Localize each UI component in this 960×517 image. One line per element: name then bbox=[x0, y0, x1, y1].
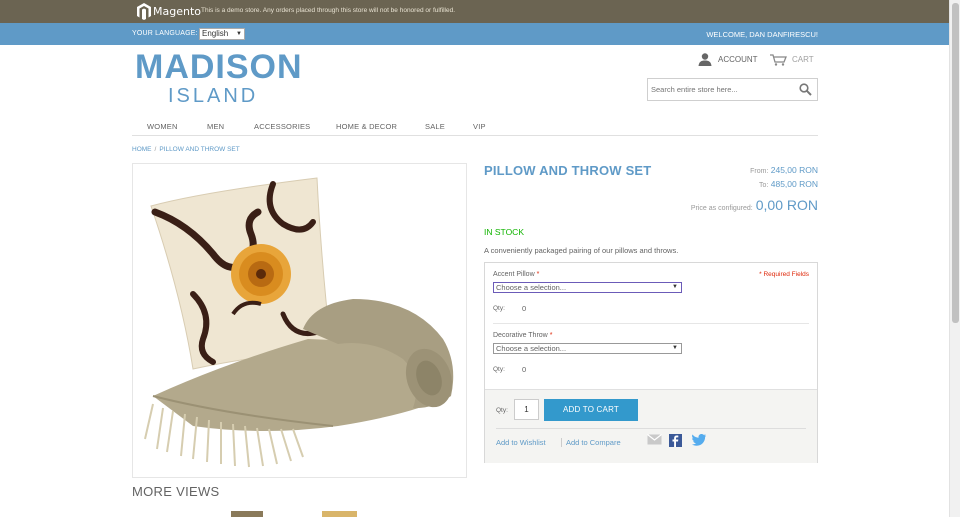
options-divider bbox=[493, 323, 809, 324]
chevron-down-icon: ▼ bbox=[236, 31, 242, 37]
more-views-thumbnail[interactable] bbox=[231, 511, 263, 517]
decorative-throw-select[interactable]: Choose a selection... ▼ bbox=[493, 343, 682, 354]
more-views-thumbnail[interactable] bbox=[322, 511, 357, 517]
more-views-heading: MORE VIEWS bbox=[132, 484, 220, 499]
chevron-down-icon: ▼ bbox=[672, 284, 678, 290]
nav-item-women[interactable]: WOMEN bbox=[147, 122, 178, 131]
page-scrollbar[interactable] bbox=[949, 0, 960, 517]
required-star: * bbox=[549, 332, 553, 339]
price-configured: Price as configured: 0,00 RON bbox=[691, 197, 818, 215]
cart-icon bbox=[770, 54, 787, 66]
price-configured-value: 0,00 RON bbox=[755, 197, 818, 213]
price-from-label: From: bbox=[750, 168, 769, 175]
select-value: Choose a selection... bbox=[496, 283, 567, 292]
add-to-compare-link[interactable]: Add to Compare bbox=[561, 438, 621, 447]
account-icon bbox=[698, 53, 712, 66]
language-select-value: English bbox=[202, 29, 229, 38]
option-label-accent-pillow: Accent Pillow * bbox=[493, 271, 539, 278]
nav-item-accessories[interactable]: ACCESSORIES bbox=[254, 122, 310, 131]
store-logo[interactable]: MADISON bbox=[135, 48, 303, 87]
decorative-throw-qty: 0 bbox=[522, 365, 527, 374]
language-select[interactable]: English ▼ bbox=[199, 28, 245, 40]
language-label: YOUR LANGUAGE: bbox=[132, 30, 198, 37]
cart-area-divider bbox=[496, 428, 806, 429]
nav-item-home-decor[interactable]: HOME & DECOR bbox=[336, 122, 397, 131]
breadcrumb-current: PILLOW AND THROW SET bbox=[159, 146, 240, 153]
add-to-wishlist-link[interactable]: Add to Wishlist bbox=[496, 438, 546, 447]
nav-item-vip[interactable]: VIP bbox=[473, 122, 486, 131]
add-to-cart-button[interactable]: ADD TO CART bbox=[544, 399, 638, 421]
stock-status: IN STOCK bbox=[484, 227, 524, 237]
price-from: From: 245,00 RON bbox=[750, 165, 818, 175]
option-label-text: Decorative Throw bbox=[493, 332, 548, 339]
product-image[interactable] bbox=[132, 163, 467, 478]
product-description: A conveniently packaged pairing of our p… bbox=[484, 246, 679, 255]
select-value: Choose a selection... bbox=[496, 344, 567, 353]
header-bar: YOUR LANGUAGE: English ▼ WELCOME, DAN DA… bbox=[0, 23, 960, 45]
accent-pillow-qty: 0 bbox=[522, 304, 527, 313]
breadcrumb-separator: / bbox=[154, 146, 157, 153]
product-title: PILLOW AND THROW SET bbox=[484, 163, 652, 178]
email-icon[interactable] bbox=[647, 434, 662, 445]
option-label-decorative-throw: Decorative Throw * bbox=[493, 332, 552, 339]
cart-label: CART bbox=[792, 55, 814, 64]
product-options: * Required Fields Accent Pillow * Choose… bbox=[484, 262, 818, 463]
required-star: * bbox=[536, 271, 540, 278]
qty-label: Qty: bbox=[493, 305, 505, 312]
demo-notice-text: This is a demo store. Any orders placed … bbox=[201, 7, 455, 14]
nav-item-men[interactable]: MEN bbox=[207, 122, 224, 131]
scrollbar-thumb[interactable] bbox=[952, 3, 959, 323]
store-logo-sub[interactable]: ISLAND bbox=[168, 85, 258, 108]
twitter-icon[interactable] bbox=[692, 434, 706, 446]
qty-input[interactable]: 1 bbox=[514, 399, 539, 420]
price-to: To: 485,00 RON bbox=[759, 179, 818, 189]
facebook-icon[interactable] bbox=[669, 434, 682, 447]
welcome-message: WELCOME, DAN DANFIRESCU! bbox=[706, 30, 818, 39]
required-fields-note: * Required Fields bbox=[759, 271, 809, 278]
breadcrumb: HOME / PILLOW AND THROW SET bbox=[132, 146, 240, 153]
qty-label: Qty: bbox=[493, 366, 505, 373]
option-label-text: Accent Pillow bbox=[493, 271, 535, 278]
account-label: ACCOUNT bbox=[718, 55, 758, 64]
price-configured-label: Price as configured: bbox=[690, 205, 753, 212]
qty-label: Qty: bbox=[496, 407, 508, 414]
price-to-label: To: bbox=[759, 182, 769, 189]
add-to-cart-area: Qty: 1 ADD TO CART Add to Wishlist Add t… bbox=[485, 389, 817, 463]
product-photo bbox=[144, 177, 454, 468]
chevron-down-icon: ▼ bbox=[672, 345, 678, 351]
search-input[interactable] bbox=[651, 82, 791, 97]
search-box bbox=[647, 78, 818, 101]
demo-notice-bar: Magento This is a demo store. Any orders… bbox=[0, 0, 960, 23]
nav-item-sale[interactable]: SALE bbox=[425, 122, 445, 131]
magento-logo-icon bbox=[137, 3, 151, 20]
accent-pillow-select[interactable]: Choose a selection... ▼ bbox=[493, 282, 682, 293]
breadcrumb-home[interactable]: HOME bbox=[132, 146, 152, 153]
price-to-value: 485,00 RON bbox=[770, 179, 818, 189]
main-nav: WOMEN MEN ACCESSORIES HOME & DECOR SALE … bbox=[132, 117, 818, 136]
magento-logo-text: Magento bbox=[153, 5, 201, 18]
price-from-value: 245,00 RON bbox=[770, 165, 818, 175]
search-icon[interactable] bbox=[799, 83, 812, 96]
